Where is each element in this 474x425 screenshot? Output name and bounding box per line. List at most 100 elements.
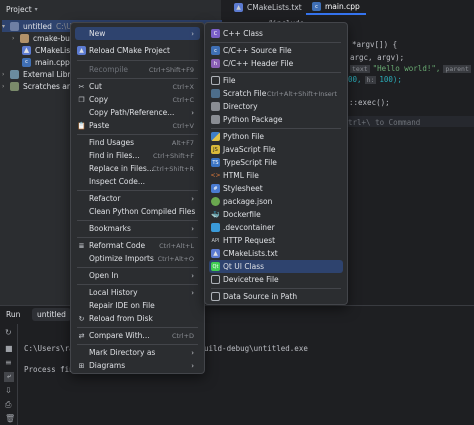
menu-item-cut[interactable]: ✂CutCtrl+X	[75, 80, 200, 93]
menu-item-dockerfile[interactable]: 🐳Dockerfile	[209, 208, 343, 221]
chevron-right-icon: ›	[191, 362, 194, 370]
menu-item-new[interactable]: New›	[75, 27, 200, 40]
tab-main-cpp[interactable]: c main.cpp	[306, 0, 366, 15]
tree-label: cmake-buil	[33, 34, 74, 43]
menu-item-scratch-file[interactable]: Scratch FileCtrl+Alt+Shift+Insert	[209, 87, 343, 100]
trash-icon[interactable]: 🗑	[5, 414, 15, 423]
menu-item-cmakelists[interactable]: ▲CMakeLists.txt	[209, 247, 343, 260]
menu-label: Find Usages	[89, 138, 134, 147]
tree-item-cmakelists[interactable]: ▲ CMakeLists	[22, 44, 77, 56]
menu-item-compare-with[interactable]: ⇄Compare With...Ctrl+D	[75, 329, 200, 342]
menu-item-inspect-code[interactable]: Inspect Code...	[75, 175, 200, 188]
menu-item-data-source[interactable]: Data Source in Path	[209, 290, 343, 303]
menu-item-mark-directory[interactable]: Mark Directory as›	[75, 346, 200, 359]
menu-item-recompile[interactable]: RecompileCtrl+Shift+F9	[75, 63, 200, 76]
menu-item-devicetree-file[interactable]: Devicetree File	[209, 273, 343, 286]
menu-shortcut: Ctrl+Shift+R	[152, 165, 194, 173]
menu-item-qt-ui-class[interactable]: QtQt UI Class	[209, 260, 343, 273]
menu-item-refactor[interactable]: Refactor›	[75, 192, 200, 205]
menu-item-reload-cmake[interactable]: ▲Reload CMake Project	[75, 44, 200, 57]
menu-separator	[77, 190, 198, 191]
menu-item-clean-python[interactable]: Clean Python Compiled Files	[75, 205, 200, 218]
menu-item-devcontainer[interactable]: .devcontainer	[209, 221, 343, 234]
npm-icon	[211, 197, 220, 206]
tree-item-cmake-build[interactable]: › cmake-buil	[12, 32, 74, 44]
menu-item-optimize-imports[interactable]: Optimize ImportsCtrl+Alt+O	[75, 252, 200, 265]
run-output-line: Process fin	[24, 365, 74, 374]
scroll-end-icon[interactable]: ⇩	[5, 386, 12, 395]
menu-item-local-history[interactable]: Local History›	[75, 286, 200, 299]
menu-item-file[interactable]: File	[209, 74, 343, 87]
devcontainer-icon	[211, 223, 220, 232]
menu-label: Copy	[89, 95, 108, 104]
menu-label: Reload from Disk	[89, 314, 153, 323]
code-line: *argv[]) {	[352, 40, 397, 49]
library-icon	[10, 70, 19, 79]
menu-item-reformat-code[interactable]: ≣Reformat CodeCtrl+Alt+L	[75, 239, 200, 252]
reload-icon: ↻	[77, 314, 86, 323]
menu-item-bookmarks[interactable]: Bookmarks›	[75, 222, 200, 235]
menu-item-typescript-file[interactable]: TSTypeScript File	[209, 156, 343, 169]
folder-icon	[20, 34, 29, 43]
rerun-icon[interactable]: ↻	[5, 328, 12, 337]
menu-item-python-package[interactable]: Python Package	[209, 113, 343, 126]
cpp-file-icon: c	[22, 58, 31, 67]
menu-item-copy-path[interactable]: Copy Path/Reference...›	[75, 106, 200, 119]
menu-item-package-json[interactable]: package.json	[209, 195, 343, 208]
tree-item-main-cpp[interactable]: c main.cpp	[22, 56, 70, 68]
menu-item-open-in[interactable]: Open In›	[75, 269, 200, 282]
menu-item-copy[interactable]: ❐CopyCtrl+C	[75, 93, 200, 106]
inline-hint: trl+\ to Command	[348, 118, 420, 127]
menu-label: Python File	[223, 132, 264, 141]
menu-item-repair-ide[interactable]: Repair IDE on File	[75, 299, 200, 312]
soft-wrap-icon[interactable]: ⤶	[4, 372, 14, 382]
run-toolbar: ↻ ■ ≡ ⤶ ⇩ ⎙ 🗑	[0, 324, 18, 425]
menu-label: .devcontainer	[223, 223, 275, 232]
menu-item-cpp-header[interactable]: hC/C++ Header File	[209, 57, 343, 70]
tab-label: CMakeLists.txt	[247, 3, 302, 12]
menu-item-replace-in-files[interactable]: Replace in Files...Ctrl+Shift+R	[75, 162, 200, 175]
menu-item-directory[interactable]: Directory	[209, 100, 343, 113]
new-submenu: CC++ Class cC/C++ Source File hC/C++ Hea…	[204, 22, 348, 305]
run-tab[interactable]: untitled	[32, 308, 71, 321]
menu-shortcut: Ctrl+D	[172, 332, 194, 340]
stop-icon[interactable]: ■	[5, 344, 13, 353]
cpp-class-icon: C	[211, 29, 220, 38]
number-literal: 00,	[348, 75, 362, 84]
menu-item-python-file[interactable]: Python File	[209, 130, 343, 143]
menu-item-diagrams[interactable]: ⊞Diagrams›	[75, 359, 200, 372]
menu-label: package.json	[223, 197, 272, 206]
tree-label: untitled	[23, 22, 52, 31]
project-header[interactable]: Project ▾	[6, 4, 38, 14]
print-icon[interactable]: ⎙	[5, 400, 11, 410]
menu-item-html-file[interactable]: <>HTML File	[209, 169, 343, 182]
cmake-icon: ▲	[77, 46, 86, 55]
menu-item-stylesheet[interactable]: #Stylesheet	[209, 182, 343, 195]
css-icon: #	[211, 184, 220, 193]
cmake-icon: ▲	[22, 46, 31, 55]
menu-item-cpp-class[interactable]: CC++ Class	[209, 27, 343, 40]
menu-item-find-in-files[interactable]: Find in Files...Ctrl+Shift+F	[75, 149, 200, 162]
cpp-file-icon: c	[312, 2, 321, 11]
menu-separator	[211, 72, 341, 73]
docker-icon: 🐳	[211, 210, 220, 219]
menu-item-reload-from-disk[interactable]: ↻Reload from Disk	[75, 312, 200, 325]
menu-item-find-usages[interactable]: Find Usages Alt+F7	[75, 136, 200, 149]
tree-item-scratches[interactable]: › Scratches and	[2, 80, 76, 92]
menu-item-cpp-source[interactable]: cC/C++ Source File	[209, 44, 343, 57]
menu-label: Stylesheet	[223, 184, 263, 193]
scissors-icon: ✂	[77, 82, 86, 91]
menu-item-javascript-file[interactable]: JSJavaScript File	[209, 143, 343, 156]
menu-label: Mark Directory as	[89, 348, 155, 357]
menu-shortcut: Alt+F7	[172, 139, 194, 147]
menu-item-paste[interactable]: 📋PasteCtrl+V	[75, 119, 200, 132]
menu-shortcut: Ctrl+Alt+Shift+Insert	[267, 90, 337, 98]
tree-item-external-libraries[interactable]: › External Librar	[2, 68, 78, 80]
tab-label: main.cpp	[325, 2, 360, 11]
run-output-line: C:\Users\ra	[24, 344, 74, 353]
menu-item-http-request[interactable]: APIHTTP Request	[209, 234, 343, 247]
menu-label: Python Package	[223, 115, 282, 124]
scroll-icon[interactable]: ≡	[5, 358, 12, 367]
tab-cmakelists[interactable]: ▲ CMakeLists.txt	[228, 0, 308, 15]
menu-label: CMakeLists.txt	[223, 249, 278, 258]
